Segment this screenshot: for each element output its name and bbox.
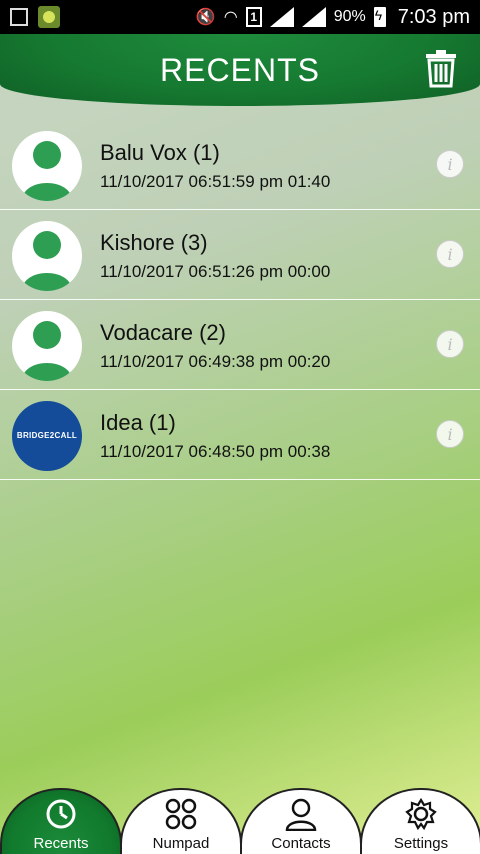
person-icon — [285, 798, 317, 831]
bridge2call-logo: BRIDGE2CALL — [16, 431, 78, 440]
gallery-notification-icon — [10, 8, 28, 26]
info-button[interactable]: i — [436, 330, 464, 358]
app-notification-icon — [38, 6, 60, 28]
tab-contacts[interactable]: Contacts — [240, 788, 362, 854]
tab-label: Settings — [393, 835, 449, 852]
signal-icon — [269, 7, 294, 27]
mute-icon: 🔇 — [195, 9, 216, 26]
info-icon: i — [447, 424, 453, 444]
battery-icon — [373, 7, 386, 27]
list-item[interactable]: BRIDGE2CALL Idea (1) 11/10/2017 06:48:50… — [0, 390, 480, 480]
info-button[interactable]: i — [436, 150, 464, 178]
list-item[interactable]: Balu Vox (1) 11/10/2017 06:51:59 pm 01:4… — [0, 120, 480, 210]
person-avatar-icon — [22, 141, 72, 201]
delete-button[interactable] — [424, 48, 458, 88]
gear-icon — [405, 797, 437, 831]
tab-settings[interactable]: Settings — [360, 788, 480, 854]
clock-icon — [46, 799, 76, 829]
contact-name: Kishore (3) — [100, 230, 208, 255]
avatar — [12, 311, 82, 381]
numpad-icon — [165, 798, 197, 830]
status-bar: 🔇 ◠ 1 90% 7:03 pm — [0, 0, 480, 34]
info-button[interactable]: i — [436, 240, 464, 268]
call-details: 11/10/2017 06:48:50 pm 00:38 — [100, 442, 331, 461]
list-item[interactable]: Kishore (3) 11/10/2017 06:51:26 pm 00:00… — [0, 210, 480, 300]
info-icon: i — [447, 244, 453, 264]
clock-time: 7:03 pm — [397, 5, 470, 28]
header-bar: RECENTS — [0, 34, 480, 106]
sim-icon: 1 — [245, 7, 262, 27]
list-item[interactable]: Vodacare (2) 11/10/2017 06:49:38 pm 00:2… — [0, 300, 480, 390]
info-icon: i — [447, 334, 453, 354]
contact-name: Balu Vox (1) — [100, 140, 220, 165]
avatar — [12, 131, 82, 201]
tab-label: Recents — [33, 835, 89, 852]
sim-number: 1 — [250, 10, 258, 24]
avatar — [12, 221, 82, 291]
trash-icon — [426, 50, 456, 88]
tab-label: Contacts — [271, 835, 331, 852]
info-icon: i — [447, 154, 453, 174]
bottom-tab-bar: Recents Numpad Contacts Settings — [0, 788, 480, 854]
tab-numpad[interactable]: Numpad — [120, 788, 242, 854]
tab-recents[interactable]: Recents — [0, 788, 122, 854]
avatar: BRIDGE2CALL — [12, 401, 82, 471]
call-details: 11/10/2017 06:51:59 pm 01:40 — [100, 172, 331, 191]
call-details: 11/10/2017 06:49:38 pm 00:20 — [100, 352, 331, 371]
contact-name: Vodacare (2) — [100, 320, 226, 345]
signal-icon-2 — [301, 7, 326, 27]
tab-label: Numpad — [152, 835, 210, 852]
recents-list: Balu Vox (1) 11/10/2017 06:51:59 pm 01:4… — [0, 120, 480, 480]
battery-percent: 90% — [333, 8, 366, 25]
person-avatar-icon — [22, 231, 72, 291]
info-button[interactable]: i — [436, 420, 464, 448]
contact-name: Idea (1) — [100, 410, 176, 435]
wifi-icon: ◠ — [223, 9, 238, 26]
person-avatar-icon — [22, 321, 72, 381]
call-details: 11/10/2017 06:51:26 pm 00:00 — [100, 262, 331, 281]
page-title: RECENTS — [160, 51, 320, 88]
